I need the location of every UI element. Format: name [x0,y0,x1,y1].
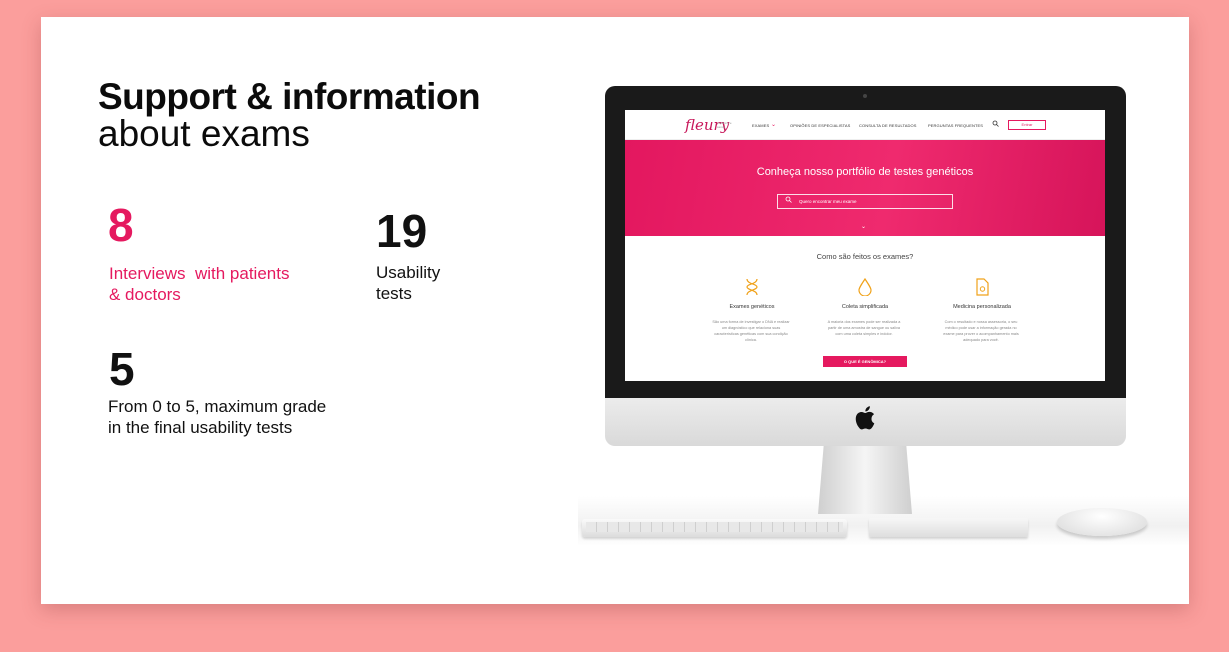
headline-light: about exams [98,113,310,154]
stat-usability-text: Usability tests [376,262,440,304]
fleury-logo-subtitle: medicina e saúde [717,121,732,129]
chevron-down-icon[interactable]: ⌄ [861,223,866,230]
stat-grade-line2: in the final usability tests [108,418,293,437]
stat-grade-text: From 0 to 5, maximum grade in the final … [108,396,326,438]
login-button[interactable]: Entrar [1008,120,1046,130]
screen-website: fleury medicina e saúde EXAMES ⌄ OPINIÕE… [625,110,1105,381]
keyboard [582,519,847,537]
feature-title-genetic: Exames genéticos [729,304,775,310]
genomics-cta-button[interactable]: O QUE É GENÔMICA? [823,356,907,367]
nav-perguntas[interactable]: PERGUNTAS FREQUENTES [928,123,983,128]
feature-title-personalized: Medicina personalizada [953,304,1011,310]
hero-banner: Conheça nosso portfólio de testes genéti… [625,140,1105,236]
stat-usability-line2: tests [376,284,412,303]
stat-interviews-line1: Interviews with patients [109,264,290,283]
stat-interviews-line2: & doctors [109,285,181,304]
hero-title: Conheça nosso portfólio de testes genéti… [756,166,974,178]
search-icon [785,196,792,205]
mouse [1057,508,1147,536]
search-icon[interactable] [992,120,999,127]
stat-interviews-text: Interviews with patients & doctors [109,263,289,305]
chevron-down-icon[interactable]: ⌄ [771,121,776,128]
nav-opinioes[interactable]: OPINIÕES DE ESPECIALISTAS [790,123,850,128]
apple-logo-icon [853,406,877,434]
feature-desc-collection: A maioria dos exames pode ser realizada … [827,320,901,336]
keyboard-keys [586,522,843,532]
stat-grade-number: 5 [109,343,135,395]
document-icon [974,278,990,296]
feature-desc-personalized: Com o resultado e nossa assessoria, o se… [943,320,1019,342]
imac-stand [818,446,912,514]
feature-desc-genetic: São uma forma de investigar o DNA e real… [712,320,790,342]
headline: Support & information about exams [98,76,481,154]
nav-exames[interactable]: EXAMES [752,123,769,128]
feature-title-collection: Coleta simplificada [841,304,889,310]
how-title: Como são feitos os exames? [816,252,914,261]
stat-usability-number: 19 [376,205,428,257]
search-placeholder: Quero encontrar meu exame [799,199,857,204]
stat-usability-line1: Usability [376,263,441,282]
stat-grade-line1: From 0 to 5, maximum grade [108,397,327,416]
hero-search-input[interactable]: Quero encontrar meu exame [777,194,953,209]
apple-logo-svg [855,406,875,430]
headline-bold: Support & information [98,76,481,117]
camera-icon [863,94,867,98]
dna-icon [744,278,760,296]
nav-consulta[interactable]: CONSULTA DE RESULTADOS [859,123,916,128]
trackpad [869,518,1028,537]
stat-interviews-number: 8 [108,199,134,251]
site-navbar: fleury medicina e saúde EXAMES ⌄ OPINIÕE… [625,110,1105,140]
drop-icon [857,277,873,297]
